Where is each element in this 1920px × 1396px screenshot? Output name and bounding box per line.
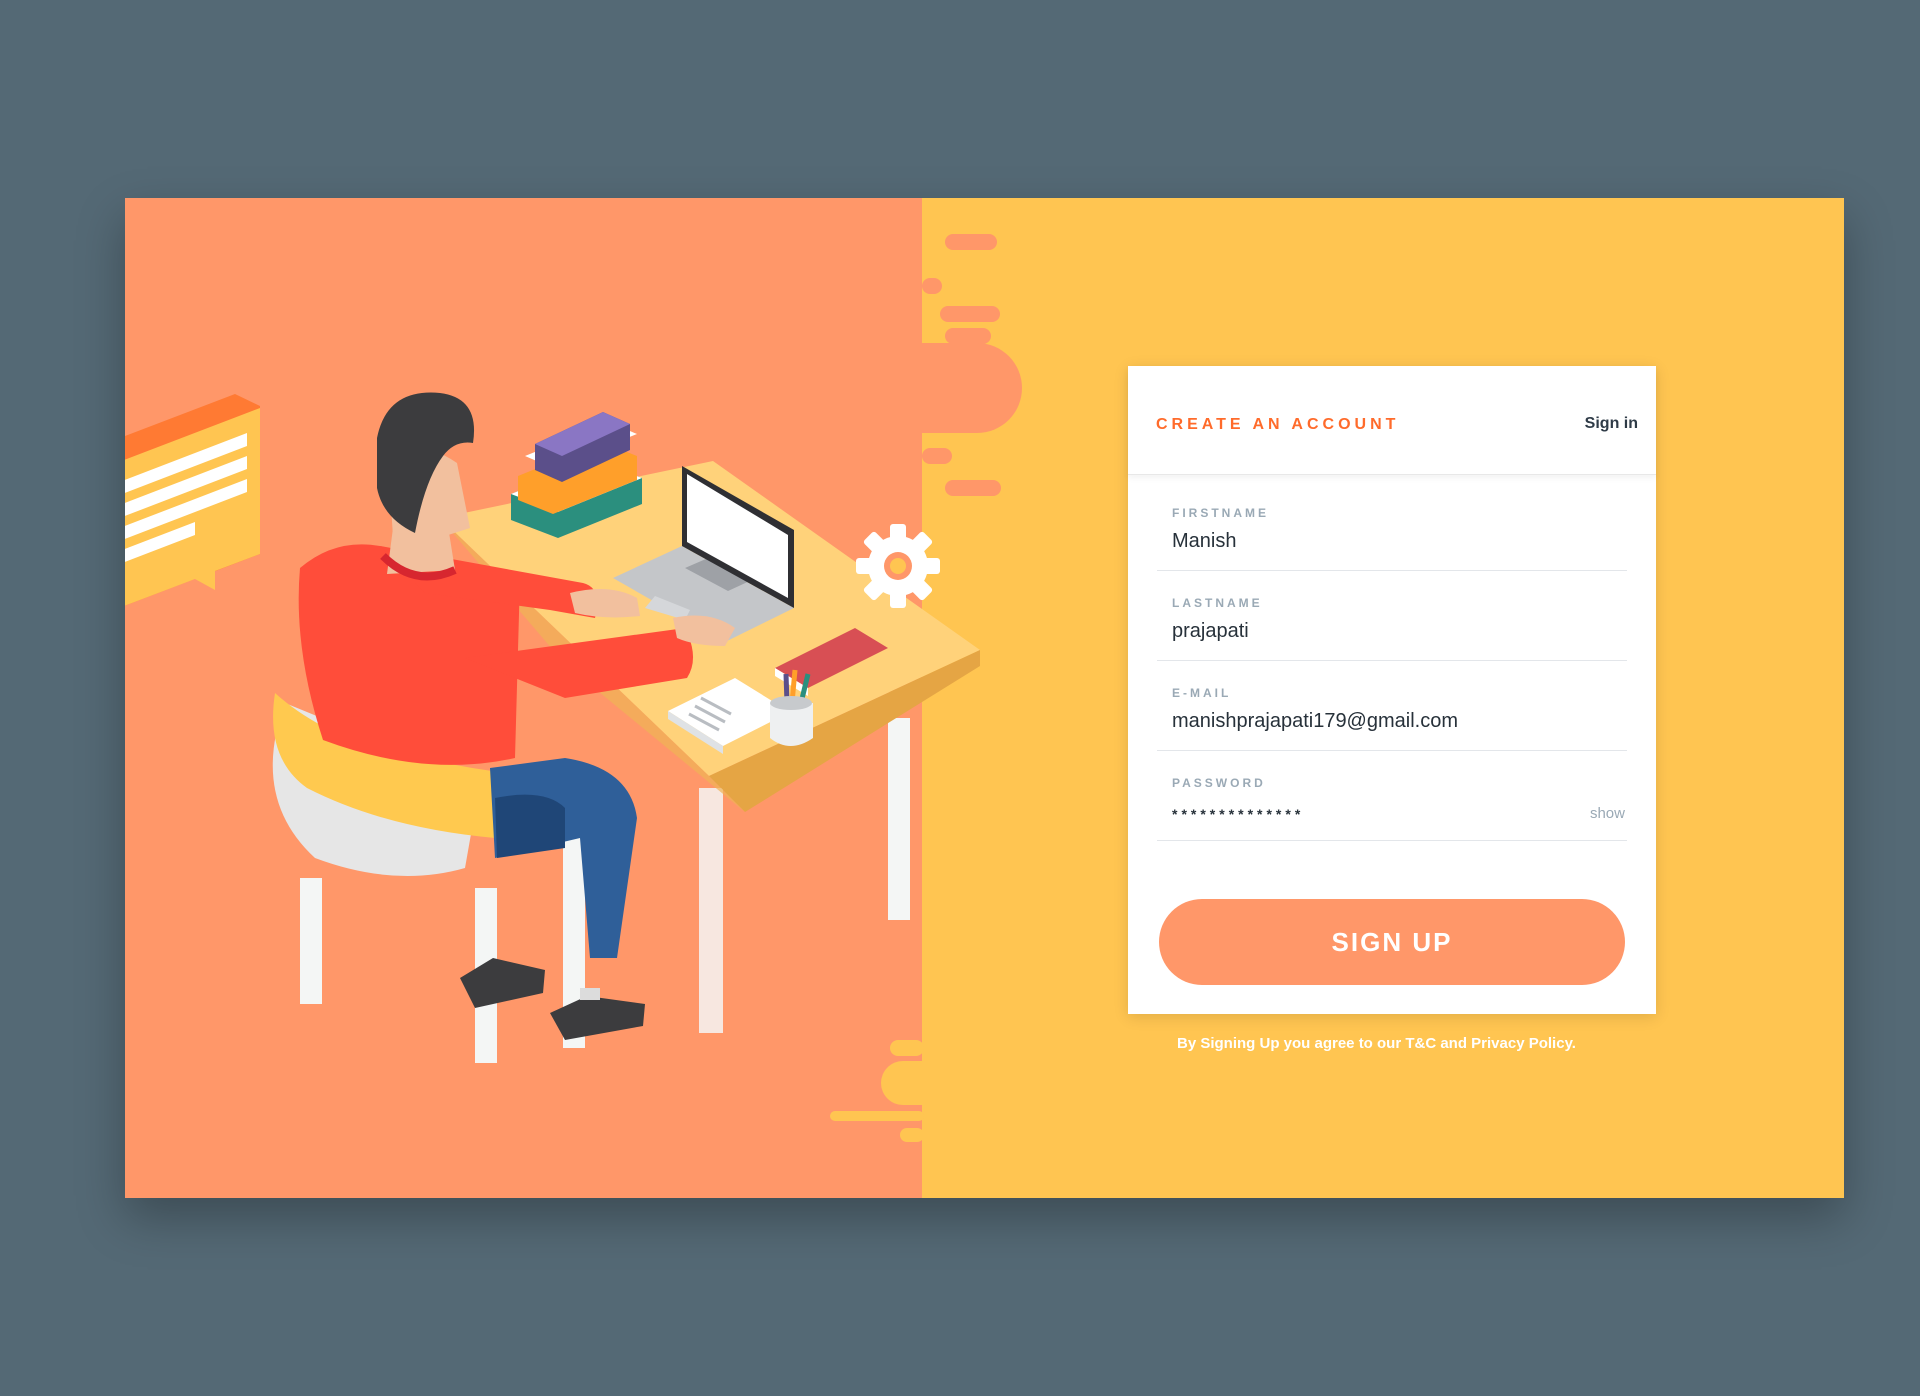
password-label: PASSWORD bbox=[1172, 776, 1266, 790]
password-value[interactable]: ************** bbox=[1172, 806, 1304, 822]
lastname-value[interactable]: prajapati bbox=[1172, 620, 1249, 643]
password-field[interactable]: PASSWORD ************** show bbox=[1157, 760, 1627, 841]
form-header: CREATE AN ACCOUNT Sign in bbox=[1128, 366, 1656, 475]
form-title: CREATE AN ACCOUNT bbox=[1156, 416, 1400, 433]
signup-card: CREATE AN ACCOUNT Sign in FIRSTNAME Mani… bbox=[125, 198, 1844, 1198]
lastname-label: LASTNAME bbox=[1172, 596, 1263, 610]
firstname-label: FIRSTNAME bbox=[1172, 506, 1269, 520]
terms-agreement-text: By Signing Up you agree to our T&C and P… bbox=[1177, 1035, 1576, 1052]
firstname-value[interactable]: Manish bbox=[1172, 530, 1236, 553]
email-field[interactable]: E-MAIL manishprajapati179@gmail.com bbox=[1157, 670, 1627, 751]
signup-form: CREATE AN ACCOUNT Sign in FIRSTNAME Mani… bbox=[1128, 366, 1656, 1014]
sign-in-link[interactable]: Sign in bbox=[1585, 415, 1638, 433]
gear-icon bbox=[856, 524, 940, 608]
email-label: E-MAIL bbox=[1172, 686, 1232, 700]
show-password-toggle[interactable]: show bbox=[1590, 805, 1625, 822]
signup-button[interactable]: SIGN UP bbox=[1159, 899, 1625, 985]
chat-bubble-icon bbox=[125, 394, 260, 606]
lastname-field[interactable]: LASTNAME prajapati bbox=[1157, 580, 1627, 661]
firstname-field[interactable]: FIRSTNAME Manish bbox=[1157, 490, 1627, 571]
email-value[interactable]: manishprajapati179@gmail.com bbox=[1172, 710, 1458, 733]
